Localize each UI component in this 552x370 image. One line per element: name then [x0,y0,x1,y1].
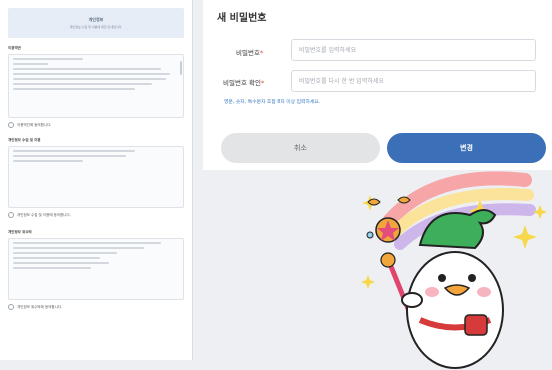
section-title-consign: 개인정보 위수탁 [8,230,32,234]
agree-row-3[interactable]: 개인정보 위수탁에 동의합니다. [8,304,184,310]
change-button[interactable]: 변경 [387,133,546,163]
required-mark: * [260,79,265,87]
required-mark: * [259,49,264,57]
page-title: 새 비밀번호 [217,13,267,24]
cancel-button[interactable]: 취소 [221,133,380,163]
new-password-card: 새 비밀번호 비밀번호* 비밀번호 확인* 영문, 숫자, 특수문자 조합 8자… [203,0,552,170]
agree-label-1: 이용약관에 동의합니다. [17,122,52,127]
radio-circle-icon[interactable] [8,122,14,128]
notice-text: 개인정보 수집 및 이용에 대한 안내입니다. [69,25,123,29]
terms-box-2[interactable] [8,146,184,208]
password-label: 비밀번호* [236,49,264,57]
notice-box: 개인정보 개인정보 수집 및 이용에 대한 안내입니다. [8,8,184,38]
password-hint: 영문, 숫자, 특수문자 조합 8자 이상 입력하세요. [224,100,321,105]
password-confirm-label: 비밀번호 확인* [223,79,265,87]
agree-label-2: 개인정보 수집 및 이용에 동의합니다. [17,212,71,217]
terms-box-3[interactable] [8,238,184,300]
notice-title: 개인정보 [88,17,104,22]
section-title-privacy: 개인정보 수집 및 이용 [8,138,41,142]
agree-label-3: 개인정보 위수탁에 동의합니다. [17,304,63,309]
password-confirm-input[interactable] [291,70,536,92]
scrollbar[interactable] [180,61,182,75]
radio-circle-icon[interactable] [8,304,14,310]
section-title-terms: 이용약관 [8,46,21,50]
password-input[interactable] [291,39,536,61]
radio-circle-icon[interactable] [8,212,14,218]
mascot-illustration [361,171,547,369]
terms-panel: 개인정보 개인정보 수집 및 이용에 대한 안내입니다. 이용약관 이용약관에 … [0,0,193,360]
terms-box-1[interactable] [8,54,184,118]
